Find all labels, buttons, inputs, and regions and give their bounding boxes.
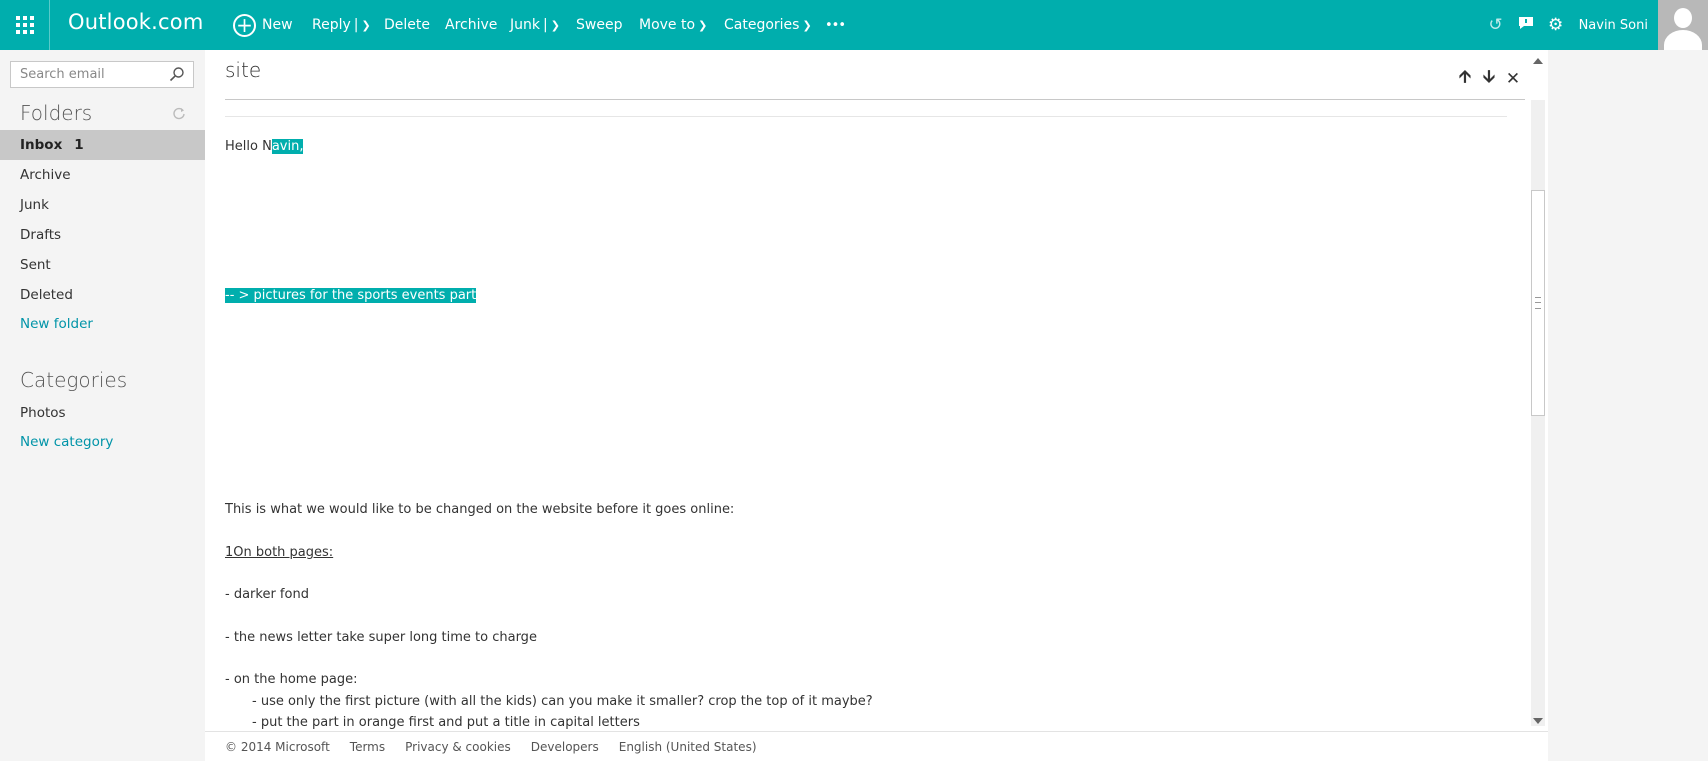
message-subject: site [225, 58, 262, 82]
folder-label: Inbox [20, 137, 63, 153]
archive-label: Archive [445, 17, 498, 33]
folder-label: Drafts [20, 227, 62, 243]
divider [225, 99, 1525, 100]
delete-button[interactable]: Delete [384, 0, 430, 50]
categories-button[interactable]: Categories ❯ [724, 0, 812, 50]
move-to-label: Move to [639, 17, 696, 33]
chevron-down-icon: ❯ [802, 18, 812, 32]
top-right-controls: ↺ ⚙ Navin Soni [1481, 0, 1708, 50]
body-text: - the news letter take super long time t… [225, 630, 537, 645]
selected-text: -- > pictures for the sports events part [225, 288, 477, 303]
arrow-up-icon[interactable]: 🡩 [1456, 64, 1474, 93]
divider-bar: | [542, 17, 548, 33]
reading-pane: site 🡩 🡫 ✕ Hello Navin, -- > pictures fo… [205, 50, 1548, 731]
sweep-label: Sweep [576, 17, 623, 33]
right-gutter [1548, 50, 1708, 761]
copyright-text: © 2014 Microsoft [225, 739, 330, 754]
archive-button[interactable]: Archive [445, 0, 497, 50]
body-text: - on the home page: [225, 672, 358, 687]
body-text: - use only the first picture (with all t… [252, 694, 873, 709]
footer: © 2014 Microsoft Terms Privacy & cookies… [205, 731, 1548, 761]
top-bar: Outlook.com + New Reply | ❯ Delete Archi… [0, 0, 1708, 50]
reply-button[interactable]: Reply | ❯ [312, 0, 371, 50]
category-item-photos[interactable]: Photos [0, 398, 205, 428]
folder-item-inbox[interactable]: Inbox 1 [0, 130, 205, 160]
search-icon[interactable] [169, 66, 185, 82]
close-icon[interactable]: ✕ [1504, 69, 1522, 89]
chevron-down-icon[interactable]: ❯ [551, 19, 560, 32]
new-label: New [262, 17, 293, 33]
junk-label: Junk [510, 17, 540, 33]
category-label: Photos [20, 405, 66, 421]
section-heading: 1On both pages: [225, 545, 334, 560]
sidebar: Folders Inbox 1 Archive Junk Drafts Sent… [0, 50, 205, 761]
body-text: - darker fond [225, 587, 309, 602]
unread-count: 1 [74, 137, 84, 153]
terms-link[interactable]: Terms [350, 740, 385, 754]
greeting-line: Hello Navin, [225, 139, 304, 154]
arrow-down-icon[interactable]: 🡫 [1480, 64, 1498, 93]
new-category-link[interactable]: New category [0, 427, 205, 457]
folder-label: Junk [20, 197, 49, 213]
folder-label: Archive [20, 167, 71, 183]
chevron-down-icon[interactable]: ❯ [362, 19, 371, 32]
move-to-button[interactable]: Move to ❯ [639, 0, 707, 50]
folders-heading[interactable]: Folders [20, 101, 92, 125]
gear-icon[interactable]: ⚙ [1541, 15, 1571, 35]
scroll-thumb[interactable] [1531, 190, 1545, 416]
scroll-down-arrow[interactable] [1533, 718, 1543, 724]
body-text: - put the part in orange first and put a… [252, 715, 640, 730]
delete-label: Delete [384, 17, 430, 33]
junk-button[interactable]: Junk | ❯ [510, 0, 560, 50]
user-name[interactable]: Navin Soni [1579, 18, 1648, 33]
reply-label: Reply [312, 17, 351, 33]
folder-item-deleted[interactable]: Deleted [0, 280, 205, 310]
search-input[interactable] [11, 62, 170, 87]
message-scrollbar[interactable] [1528, 50, 1548, 731]
scroll-up-arrow[interactable] [1533, 58, 1543, 64]
body-text: This is what we would like to be changed… [225, 502, 735, 517]
categories-heading[interactable]: Categories [20, 368, 127, 392]
ellipsis-icon: ••• [825, 17, 846, 33]
brand-logo[interactable]: Outlook.com [68, 10, 204, 34]
selected-text: avin, [271, 139, 304, 154]
new-folder-link[interactable]: New folder [0, 309, 205, 339]
app-launcher-button[interactable] [0, 0, 50, 50]
privacy-link[interactable]: Privacy & cookies [405, 740, 511, 754]
divider [225, 116, 1507, 117]
language-link[interactable]: English (United States) [619, 740, 757, 754]
categories-label: Categories [724, 17, 800, 33]
highlighted-line: -- > pictures for the sports events part [225, 288, 477, 303]
message-nav-tools: 🡩 🡫 ✕ [1456, 64, 1522, 93]
search-box [10, 61, 194, 88]
folder-label: Deleted [20, 287, 73, 303]
plus-icon: + [233, 13, 256, 37]
new-button[interactable]: + New [233, 0, 293, 50]
waffle-icon [15, 16, 34, 34]
folder-label: Sent [20, 257, 51, 273]
folder-item-archive[interactable]: Archive [0, 160, 205, 190]
folder-item-sent[interactable]: Sent [0, 250, 205, 280]
folder-item-drafts[interactable]: Drafts [0, 220, 205, 250]
refresh-icon[interactable] [172, 106, 186, 120]
more-actions-button[interactable]: ••• [825, 0, 846, 50]
sweep-button[interactable]: Sweep [576, 0, 622, 50]
developers-link[interactable]: Developers [531, 740, 599, 754]
feedback-icon[interactable] [1511, 15, 1541, 36]
chevron-down-icon: ❯ [698, 18, 708, 32]
avatar[interactable] [1658, 0, 1708, 50]
folder-item-junk[interactable]: Junk [0, 190, 205, 220]
divider-bar: | [353, 17, 359, 33]
undo-icon[interactable]: ↺ [1481, 15, 1511, 35]
greeting-text: Hello N [225, 139, 272, 154]
